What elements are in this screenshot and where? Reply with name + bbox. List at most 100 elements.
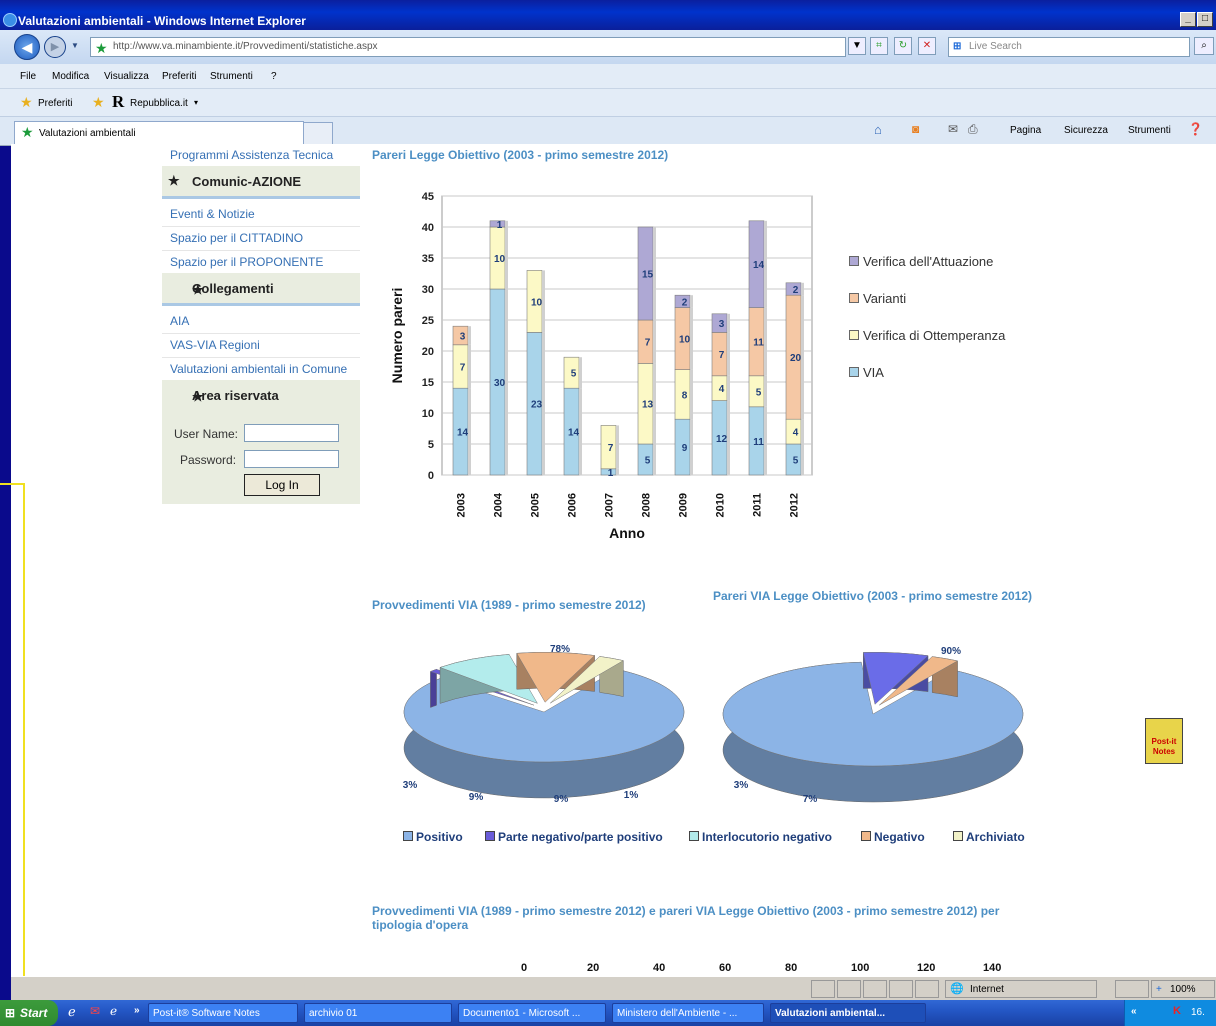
bar-depth [468, 326, 471, 345]
favorites-button[interactable]: Preferiti [38, 98, 72, 109]
data-label: 23 [531, 400, 543, 411]
pie-legend-entry: Positivo [403, 830, 463, 844]
pie-data-label: 1% [624, 790, 639, 801]
postit-notes-icon[interactable]: Post-it Notes [1145, 718, 1183, 764]
mail-icon[interactable]: ✉ [948, 122, 958, 136]
tab-label: Valutazioni ambientali [39, 128, 136, 139]
data-label: 3 [460, 332, 466, 343]
menu-modifica[interactable]: Modifica [52, 71, 89, 82]
globe-icon: 🌐 [950, 983, 964, 995]
tab-valutazioni[interactable]: ★ Valutazioni ambientali [14, 121, 304, 144]
window-title-bar[interactable]: Valutazioni ambientali - Windows Interne… [0, 0, 1216, 30]
bar-depth [801, 295, 804, 420]
address-field[interactable]: ★ http://www.va.minambiente.it/Provvedim… [90, 37, 846, 57]
divider [162, 226, 360, 227]
ie-quicklaunch-icon[interactable]: ℯ [68, 1004, 76, 1020]
tab-bar: ★ Valutazioni ambientali ⌂ ◙ ✉ ⎙ Pagina … [0, 116, 1216, 146]
taskbar-item-ministero[interactable]: Ministero dell'Ambiente - ... [612, 1003, 764, 1023]
protected-mode-icon[interactable] [1115, 980, 1149, 998]
command-strumenti[interactable]: Strumenti [1128, 125, 1171, 136]
menu-visualizza[interactable]: Visualizza [104, 71, 149, 82]
pie-data-label: 7% [803, 794, 818, 805]
ie-quicklaunch-2-icon[interactable]: ℯ [110, 1004, 117, 1018]
sidebar-link-eventi[interactable]: Eventi & Notizie [170, 207, 255, 221]
legend-label: Parte negativo/parte positivo [498, 830, 663, 844]
sidebar-link-vas-via[interactable]: VAS-VIA Regioni [170, 338, 260, 352]
forward-arrow-icon[interactable]: ▶ [44, 36, 66, 58]
add-favorite-icon[interactable]: ★ [92, 94, 105, 111]
quicklaunch-more-icon[interactable]: » [134, 1005, 140, 1016]
x-tick-label: 100 [851, 962, 870, 974]
command-pagina[interactable]: Pagina [1010, 125, 1041, 136]
x-tick-label: 2006 [567, 493, 579, 517]
bar-depth [801, 419, 804, 444]
sidebar-link-comune[interactable]: Valutazioni ambientali in Comune [170, 362, 347, 376]
page-content: Programmi Assistenza Tecnica ★ Comunic-A… [11, 144, 1216, 976]
navigation-bar: ◀ ▶ ▼ ★ http://www.va.minambiente.it/Pro… [0, 30, 1216, 65]
pie-chart-2-title: Pareri VIA Legge Obiettivo (2003 - primo… [713, 589, 1033, 603]
data-label: 5 [645, 456, 651, 467]
address-dropdown-icon[interactable]: ▼ [848, 37, 866, 55]
command-sicurezza[interactable]: Sicurezza [1064, 125, 1108, 136]
history-dropdown-icon[interactable]: ▼ [71, 41, 79, 50]
refresh-icon[interactable]: ↻ [894, 37, 912, 55]
favorites-link-repubblica[interactable]: Repubblica.it [130, 98, 188, 109]
sidebar-link-aia[interactable]: AIA [170, 314, 189, 328]
home-icon[interactable]: ⌂ [874, 122, 882, 137]
menu-strumenti[interactable]: Strumenti [210, 71, 253, 82]
bar-depth [801, 282, 804, 296]
login-button[interactable]: Log In [244, 474, 320, 496]
minimize-button[interactable]: _ [1180, 12, 1196, 27]
password-input[interactable] [244, 450, 339, 468]
bar-chart: 0510152025303540451473200330101200423102… [389, 191, 813, 541]
legend-label: Positivo [416, 830, 463, 844]
start-button[interactable]: ⊞ Start [0, 1000, 58, 1026]
print-icon[interactable]: ⎙ [968, 122, 978, 137]
search-icon[interactable]: ⌕ [1194, 37, 1214, 55]
taskbar-item-postit[interactable]: Post-it® Software Notes [148, 1003, 298, 1023]
data-label: 12 [716, 434, 728, 445]
menu-help[interactable]: ? [271, 71, 277, 82]
sidebar-link-proponente[interactable]: Spazio per il PROPONENTE [170, 255, 323, 269]
data-label: 2 [793, 285, 799, 296]
y-tick-label: 5 [428, 439, 434, 451]
menu-preferiti[interactable]: Preferiti [162, 71, 196, 82]
legend-label: Varianti [863, 291, 907, 306]
maximize-button[interactable]: □ [1197, 12, 1213, 27]
new-tab-button[interactable] [303, 122, 333, 145]
taskbar-item-valutazioni[interactable]: Valutazioni ambiental... [770, 1003, 926, 1023]
x-tick-label: 60 [719, 962, 732, 974]
sidebar-link-programmi[interactable]: Programmi Assistenza Tecnica [170, 148, 333, 162]
pie-chart-1-title: Provvedimenti VIA (1989 - primo semestre… [372, 598, 646, 612]
taskbar-item-archivio[interactable]: archivio 01 [304, 1003, 452, 1023]
legend-swatch [849, 293, 859, 303]
sidebar-section-comunicazione: ★ Comunic-AZIONE [162, 166, 360, 199]
x-tick-label: 2010 [715, 493, 727, 517]
x-tick-label: 140 [983, 962, 1002, 974]
menu-file[interactable]: File [20, 71, 36, 82]
rss-icon[interactable]: ⌗ [870, 37, 888, 55]
x-tick-label: 2004 [493, 492, 505, 517]
taskbar-item-word[interactable]: Documento1 - Microsoft ... [458, 1003, 606, 1023]
address-url: http://www.va.minambiente.it/Provvedimen… [113, 41, 378, 52]
back-arrow-icon[interactable]: ◀ [14, 34, 40, 60]
taskbar: ⊞ Start ℯ ✉ ℯ » Post-it® Software Notes … [0, 1000, 1216, 1026]
legend-label: Verifica di Ottemperanza [863, 328, 1006, 343]
data-label: 7 [645, 338, 651, 349]
link-dropdown-icon[interactable]: ▾ [194, 98, 198, 107]
help-icon[interactable]: ❓ [1188, 122, 1203, 136]
pie-chart-2: 90% 7% 3% [722, 646, 1024, 805]
y-tick-label: 0 [428, 470, 434, 482]
search-input[interactable]: ⊞ Live Search [948, 37, 1190, 57]
mail-quicklaunch-icon[interactable]: ✉ [90, 1004, 100, 1018]
zoom-control[interactable]: + 100% [1151, 980, 1215, 998]
stop-icon[interactable]: ✕ [918, 37, 936, 55]
tray-k-icon[interactable]: K [1173, 1005, 1181, 1017]
status-cell [889, 980, 913, 998]
username-input[interactable] [244, 424, 339, 442]
security-zone[interactable]: 🌐 Internet [945, 980, 1097, 998]
tray-expand-icon[interactable]: « [1131, 1006, 1137, 1017]
x-axis-label: Anno [609, 525, 645, 541]
feeds-icon[interactable]: ◙ [912, 122, 919, 136]
sidebar-link-cittadino[interactable]: Spazio per il CITTADINO [170, 231, 303, 245]
